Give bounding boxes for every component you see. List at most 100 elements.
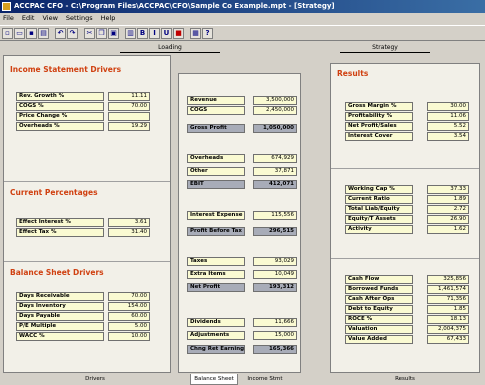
driver-input[interactable]: 5.00 xyxy=(108,322,150,331)
stmt-value: 674,929 xyxy=(253,154,297,163)
driver-input[interactable]: 11.11 xyxy=(108,92,150,101)
driver-input[interactable]: 3.61 xyxy=(108,218,150,227)
chart-icon[interactable]: ▥ xyxy=(125,27,136,39)
balance-section: Balance Sheet Drivers Days Receivable 70… xyxy=(4,262,170,373)
result-value: 5.52 xyxy=(427,122,469,131)
driver-input[interactable]: 70.00 xyxy=(108,102,150,111)
ratio-value: 26.90 xyxy=(427,215,469,224)
underline-icon[interactable]: U xyxy=(161,27,172,39)
ratio-value: 37.33 xyxy=(427,185,469,194)
menu-settings[interactable]: Settings xyxy=(66,13,93,24)
driver-input[interactable]: 60.00 xyxy=(108,312,150,321)
results-section: Results Gross Margin % 30.00 Profitabili… xyxy=(331,64,479,169)
stmt-label: Extra Items xyxy=(187,270,245,279)
stmt-value: 11,666 xyxy=(253,318,297,327)
income-statement-panel: Revenue 3,500,000 COGS 2,450,000 Gross P… xyxy=(178,73,301,373)
menu-view[interactable]: View xyxy=(42,13,57,24)
tab-loading[interactable]: Loading xyxy=(120,43,220,53)
stmt-value: 10,049 xyxy=(253,270,297,279)
stmt-value: 165,366 xyxy=(253,345,297,354)
cash-value: 67,433 xyxy=(427,335,469,344)
stmt-label: Interest Expense xyxy=(187,211,245,220)
bold-icon[interactable]: B xyxy=(137,27,148,39)
stmt-value: 115,556 xyxy=(253,211,297,220)
ratio-value: 1.89 xyxy=(427,195,469,204)
ratio-label: Current Ratio xyxy=(345,195,413,204)
driver-label: P/E Multiple xyxy=(16,322,104,331)
stmt-value: 37,871 xyxy=(253,167,297,176)
driver-label: Price Change % xyxy=(16,112,104,121)
redo-icon[interactable]: ↷ xyxy=(67,27,78,39)
help-icon[interactable]: ? xyxy=(202,27,213,39)
result-value: 11.06 xyxy=(427,112,469,121)
cash-value: 2,004,375 xyxy=(427,325,469,334)
cash-label: Debt to Equity xyxy=(345,305,413,314)
driver-label: Rev. Growth % xyxy=(16,92,104,101)
stmt-label: Revenue xyxy=(187,96,245,105)
ratio-value: 1.62 xyxy=(427,225,469,234)
stmt-label: Taxes xyxy=(187,257,245,266)
cash-value: 1,461,574 xyxy=(427,285,469,294)
result-label: Interest Cover xyxy=(345,132,413,141)
driver-label: WACC % xyxy=(16,332,104,341)
driver-input[interactable]: 154.00 xyxy=(108,302,150,311)
cash-value: 1.85 xyxy=(427,305,469,314)
cash-label: Cash Flow xyxy=(345,275,413,284)
stmt-value: 2,450,000 xyxy=(253,106,297,115)
cash-value: 71,356 xyxy=(427,295,469,304)
ratios-section: Working Cap % 37.33 Current Ratio 1.89 T… xyxy=(331,169,479,259)
balance-title: Balance Sheet Drivers xyxy=(10,268,104,277)
result-value: 3.54 xyxy=(427,132,469,141)
cash-label: Borrowed Funds xyxy=(345,285,413,294)
result-label: Net Profit/Sales xyxy=(345,122,413,131)
stmt-label: Gross Profit xyxy=(187,124,245,133)
driver-input[interactable] xyxy=(108,112,150,121)
driver-input[interactable]: 10.00 xyxy=(108,332,150,341)
undo-icon[interactable]: ↶ xyxy=(55,27,66,39)
italic-icon[interactable]: I xyxy=(149,27,160,39)
result-label: Profitability % xyxy=(345,112,413,121)
cut-icon[interactable]: ✂ xyxy=(84,27,95,39)
driver-input[interactable]: 19.29 xyxy=(108,122,150,131)
driver-input[interactable]: 70.00 xyxy=(108,292,150,301)
cash-label: ROCE % xyxy=(345,315,413,324)
app-icon xyxy=(2,2,11,11)
driver-label: Days Inventory xyxy=(16,302,104,311)
ratio-label: Activity xyxy=(345,225,413,234)
menu-edit[interactable]: Edit xyxy=(22,13,35,24)
menu-help[interactable]: Help xyxy=(101,13,116,24)
tab-strategy[interactable]: Strategy xyxy=(340,43,430,53)
title-bar: ACCPAC CFO - C:\Program Files\ACCPAC\CFO… xyxy=(0,0,485,13)
copy-icon[interactable]: ❐ xyxy=(96,27,107,39)
tab-balance-sheet[interactable]: Balance Sheet xyxy=(190,374,238,385)
tab-drivers[interactable]: Drivers xyxy=(70,374,120,385)
menu-file[interactable]: File xyxy=(3,13,14,24)
stmt-label: Other xyxy=(187,167,245,176)
cash-value: 325,856 xyxy=(427,275,469,284)
driver-input[interactable]: 31.40 xyxy=(108,228,150,237)
stmt-value: 296,515 xyxy=(253,227,297,236)
tab-results[interactable]: Results xyxy=(380,374,430,385)
current-section: Current Percentages Effect Interest % 3.… xyxy=(4,182,170,262)
cash-label: Cash After Ops xyxy=(345,295,413,304)
cash-value: 18.13 xyxy=(427,315,469,324)
results-title: Results xyxy=(337,69,369,78)
print-icon[interactable]: ▤ xyxy=(38,27,49,39)
stmt-label: Adjustments xyxy=(187,331,245,340)
paste-icon[interactable]: ▣ xyxy=(108,27,119,39)
driver-label: Days Payable xyxy=(16,312,104,321)
toolbar: ▫ ▭ ▪ ▤ ↶ ↷ ✂ ❐ ▣ ▥ B I U ■ ▦ ? xyxy=(0,25,485,41)
calc-icon[interactable]: ▦ xyxy=(190,27,201,39)
stmt-label: EBIT xyxy=(187,180,245,189)
save-icon[interactable]: ▪ xyxy=(26,27,37,39)
new-icon[interactable]: ▫ xyxy=(2,27,13,39)
open-icon[interactable]: ▭ xyxy=(14,27,25,39)
stmt-value: 93,029 xyxy=(253,257,297,266)
tab-income-stmt[interactable]: Income Stmt xyxy=(240,374,290,385)
stmt-label: COGS xyxy=(187,106,245,115)
cash-section: Cash Flow 325,856 Borrowed Funds 1,461,5… xyxy=(331,259,479,373)
stmt-label: Overheads xyxy=(187,154,245,163)
color-icon[interactable]: ■ xyxy=(173,27,184,39)
current-title: Current Percentages xyxy=(10,188,98,197)
driver-label: COGS % xyxy=(16,102,104,111)
